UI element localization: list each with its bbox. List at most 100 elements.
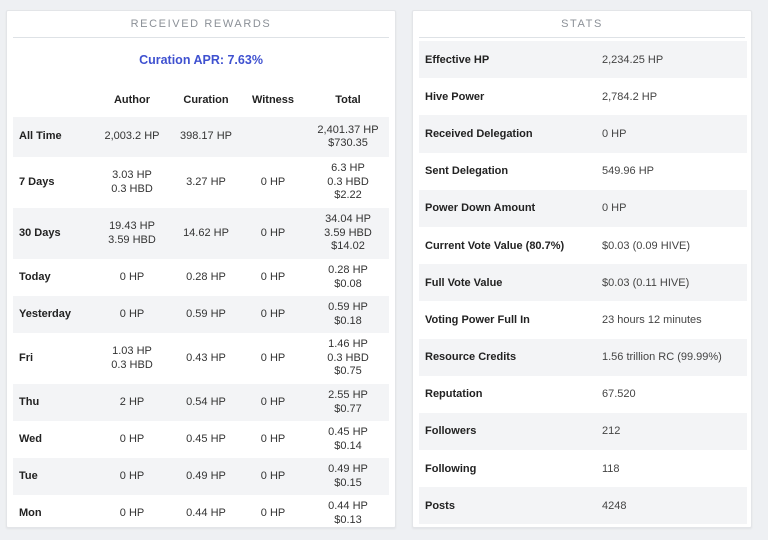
rewards-row: All Time 2,003.2 HP 398.17 HP 2,401.37 HP $7… xyxy=(13,117,389,157)
stat-value: $0.03 (0.11 HIVE) xyxy=(596,264,747,302)
stat-value: $0.03 (0.09 HIVE) xyxy=(602,239,691,252)
curation-value: 0.28 HP xyxy=(186,270,226,283)
rewards-row-label: Wed xyxy=(19,432,43,445)
witness-cell: 0 HP xyxy=(239,495,307,532)
total-value: 1.46 HP xyxy=(328,338,368,351)
stat-value: 549.96 HP xyxy=(602,165,654,178)
rewards-row-label: 7 Days xyxy=(19,175,55,188)
rewards-row-label: Mon xyxy=(19,506,42,519)
stat-value: 212 xyxy=(596,412,747,451)
total-value: 0.49 HP xyxy=(328,463,368,475)
stat-label: Voting Power Full In xyxy=(425,313,530,326)
witness-header: Witness xyxy=(251,94,295,106)
total-value: $0.14 xyxy=(334,439,362,452)
witness-cell xyxy=(239,117,307,157)
curation-cell: 0.54 HP xyxy=(173,384,239,421)
rewards-table: Author Curation Witness Total All Time 2,… xyxy=(13,83,389,532)
witness-value: 0 HP xyxy=(260,307,286,320)
rewards-row: Fri 1.03 HP 0.3 HBD 0.43 HP 0 HP 1.46 HP 0.3 H… xyxy=(13,333,389,384)
stat-value: 118 xyxy=(602,462,620,475)
stat-label: Posts xyxy=(419,487,596,525)
witness-value: 0 HP xyxy=(260,226,286,239)
stat-label: Effective HP xyxy=(419,41,596,79)
curation-value: 0.44 HP xyxy=(186,506,226,519)
curation-cell: 3.27 HP xyxy=(173,157,239,208)
total-value: $0.13 xyxy=(334,513,362,526)
total-value: 0.28 HP xyxy=(328,264,368,276)
author-cell: 0 HP xyxy=(91,495,173,532)
stat-label: Received Delegation xyxy=(419,115,596,153)
curation-cell: 398.17 HP xyxy=(173,117,239,157)
total-value: $0.75 xyxy=(334,365,362,378)
author-value: 0 HP xyxy=(119,307,145,320)
witness-value: 0 HP xyxy=(260,270,286,283)
author-cell: 0 HP xyxy=(91,421,173,458)
rewards-row: Today 0 HP 0.28 HP 0 HP 0.28 HP $0.08 xyxy=(13,259,389,296)
curation-cell: 0.45 HP xyxy=(173,421,239,458)
witness-cell: 0 HP xyxy=(239,296,307,333)
author-value: 0 HP xyxy=(119,432,145,445)
rewards-row: Thu 2 HP 0.54 HP 0 HP 2.55 HP $0.77 xyxy=(13,384,389,421)
stat-row: Followers 212 xyxy=(419,412,747,451)
author-value: 0 HP xyxy=(119,270,145,283)
rewards-row: 7 Days 3.03 HP 0.3 HBD 3.27 HP 0 HP 6.3 HP 0.3… xyxy=(13,157,389,208)
rewards-header-row: Author Curation Witness Total xyxy=(13,83,389,117)
curation-cell: 0.43 HP xyxy=(173,333,239,384)
stat-row: Full Vote Value $0.03 (0.11 HIVE) xyxy=(419,264,747,302)
total-cell: 0.28 HP $0.08 xyxy=(307,259,389,296)
rewards-row-label: Fri xyxy=(19,351,34,364)
curation-value: 0.45 HP xyxy=(186,432,226,445)
stat-label: Current Vote Value (80.7%) xyxy=(425,239,565,252)
stat-row: Power Down Amount 0 HP xyxy=(419,189,747,227)
total-value: 0.59 HP xyxy=(328,301,368,313)
curation-cell: 0.28 HP xyxy=(173,259,239,296)
author-value: 3.03 HP xyxy=(112,169,152,181)
rewards-row-label: Tue xyxy=(13,458,91,495)
rewards-row-label: Yesterday xyxy=(13,296,91,333)
received-rewards-card: RECEIVED REWARDS Curation APR: 7.63% Aut… xyxy=(6,10,396,528)
total-value: $0.15 xyxy=(334,476,362,489)
received-rewards-title: RECEIVED REWARDS xyxy=(13,11,389,38)
stat-row: Sent Delegation 549.96 HP xyxy=(419,153,747,190)
stat-row: Current Vote Value (80.7%) $0.03 (0.09 HI… xyxy=(419,227,747,264)
author-header: Author xyxy=(113,94,151,106)
total-value: 2,401.37 HP xyxy=(317,123,379,136)
stat-label: Followers xyxy=(419,412,596,451)
rewards-row-label: 30 Days xyxy=(13,208,91,259)
curation-cell: 0.44 HP xyxy=(173,495,239,532)
total-value: 2.55 HP xyxy=(328,389,368,401)
author-value: 0.3 HBD xyxy=(111,358,153,371)
author-value: 0 HP xyxy=(119,506,145,519)
stat-label: Following xyxy=(425,462,477,475)
total-value: 0.3 HBD xyxy=(327,351,369,364)
total-value: $0.18 xyxy=(334,314,362,327)
total-value: $0.77 xyxy=(334,402,362,415)
author-cell: 1.03 HP 0.3 HBD xyxy=(91,333,173,384)
witness-cell: 0 HP xyxy=(239,458,307,495)
rewards-row: 30 Days 19.43 HP 3.59 HBD 14.62 HP 0 HP 34.04… xyxy=(13,208,389,259)
stat-label: Full Vote Value xyxy=(419,264,596,302)
witness-cell: 0 HP xyxy=(239,208,307,259)
curation-apr: Curation APR: 7.63% xyxy=(139,53,263,67)
author-cell: 19.43 HP 3.59 HBD xyxy=(91,208,173,259)
stat-value: 0 HP xyxy=(596,189,747,227)
total-header: Total xyxy=(335,94,361,106)
author-cell: 0 HP xyxy=(91,458,173,495)
curation-value: 0.49 HP xyxy=(186,469,226,482)
stat-label: Power Down Amount xyxy=(419,189,596,227)
author-value: 2,003.2 HP xyxy=(104,130,160,143)
curation-cell: 0.59 HP xyxy=(173,296,239,333)
total-cell: 2,401.37 HP $730.35 xyxy=(307,117,389,157)
stat-label: Hive Power xyxy=(425,90,485,103)
witness-value: 0 HP xyxy=(260,506,286,519)
curation-value: 3.27 HP xyxy=(186,175,226,188)
stat-row: Posts 4248 xyxy=(419,487,747,525)
curation-value: 398.17 HP xyxy=(180,130,232,143)
stat-value: 0 HP xyxy=(596,115,747,153)
rewards-row-label: Thu xyxy=(13,384,91,421)
stat-value: 67.520 xyxy=(602,388,636,401)
stat-value: 2,234.25 HP xyxy=(596,41,747,79)
total-cell: 34.04 HP 3.59 HBD $14.02 xyxy=(307,208,389,259)
stat-row: Reputation 67.520 xyxy=(419,376,747,413)
rewards-row-label: All Time xyxy=(13,117,91,157)
